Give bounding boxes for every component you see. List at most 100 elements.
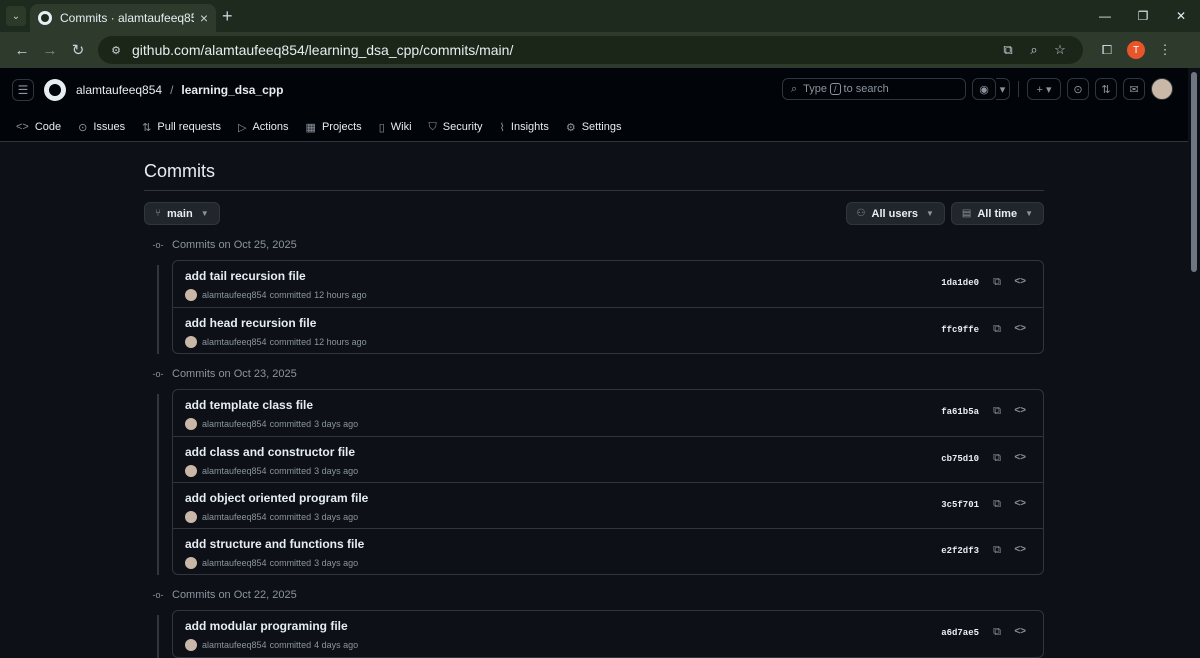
- close-window-icon[interactable]: ✕: [1162, 0, 1200, 32]
- commit-sha-link[interactable]: e2f2df3: [941, 546, 979, 556]
- author-avatar[interactable]: [185, 557, 197, 569]
- commit-message-link[interactable]: add head recursion file: [185, 316, 316, 330]
- author-avatar[interactable]: [185, 289, 197, 301]
- copilot-icon[interactable]: ◉: [972, 78, 996, 100]
- commit-row: add modular programing file alamtaufeeq85…: [173, 611, 1043, 657]
- menu-icon[interactable]: ☰: [12, 79, 34, 101]
- repo-nav: <> Code ⊙ Issues ⇅ Pull requests ▷ Actions ▦…: [0, 112, 1200, 142]
- inbox-icon[interactable]: ✉: [1123, 78, 1145, 100]
- author-link[interactable]: alamtaufeeq854: [202, 337, 267, 347]
- tab-actions[interactable]: ▷ Actions: [238, 121, 289, 134]
- address-bar[interactable]: ⚙ github.com/alamtaufeeq854/learning_dsa…: [98, 36, 1083, 64]
- commit-sha-link[interactable]: fa61b5a: [941, 407, 979, 417]
- page-scrollbar[interactable]: [1188, 68, 1200, 638]
- commit-message-link[interactable]: add class and constructor file: [185, 445, 355, 459]
- commit-verb: committed: [269, 337, 312, 347]
- commit-time: 4 days ago: [314, 640, 359, 650]
- search-input[interactable]: ⌕ Type / to search: [782, 78, 966, 100]
- commit-sha-link[interactable]: 1da1de0: [941, 278, 979, 288]
- author-avatar[interactable]: [185, 465, 197, 477]
- copy-sha-icon[interactable]: ⧉: [993, 405, 1001, 418]
- commit-sha-link[interactable]: 3c5f701: [941, 500, 979, 510]
- pull-requests-icon[interactable]: ⇅: [1095, 78, 1117, 100]
- browse-repo-icon[interactable]: <>: [1014, 405, 1026, 416]
- tab-settings[interactable]: ⚙ Settings: [566, 121, 622, 134]
- commit-message-link[interactable]: add object oriented program file: [185, 491, 368, 505]
- extensions-icon[interactable]: ⧠: [1093, 42, 1121, 58]
- search-shortcut-key: /: [830, 83, 841, 95]
- browse-repo-icon[interactable]: <>: [1014, 498, 1026, 509]
- issues-icon[interactable]: ⊙: [1067, 78, 1089, 100]
- commit-message-link[interactable]: add modular programing file: [185, 619, 348, 633]
- time-filter-button[interactable]: ▤ All time ▼: [950, 202, 1044, 225]
- author-link[interactable]: alamtaufeeq854: [202, 466, 267, 476]
- author-avatar[interactable]: [185, 639, 197, 651]
- commit-message-link[interactable]: add tail recursion file: [185, 269, 306, 283]
- author-avatar[interactable]: [185, 336, 197, 348]
- browse-repo-icon[interactable]: <>: [1014, 276, 1026, 287]
- author-avatar[interactable]: [185, 418, 197, 430]
- repo-link[interactable]: learning_dsa_cpp: [181, 83, 283, 97]
- browse-repo-icon[interactable]: <>: [1014, 544, 1026, 555]
- commit-sha-link[interactable]: ffc9ffe: [941, 325, 979, 335]
- tab-insights[interactable]: ⌇ Insights: [500, 121, 549, 134]
- bookmark-star-icon[interactable]: ☆: [1047, 42, 1073, 58]
- commit-message-link[interactable]: add template class file: [185, 398, 313, 412]
- author-link[interactable]: alamtaufeeq854: [202, 512, 267, 522]
- browse-repo-icon[interactable]: <>: [1014, 323, 1026, 334]
- copy-sha-icon[interactable]: ⧉: [993, 544, 1001, 557]
- copy-sha-icon[interactable]: ⧉: [993, 626, 1001, 639]
- close-tab-icon[interactable]: ×: [200, 10, 208, 26]
- tab-issues[interactable]: ⊙ Issues: [78, 121, 125, 134]
- back-icon[interactable]: ←: [8, 36, 36, 64]
- commit-meta: alamtaufeeq854 committed 12 hours ago: [185, 289, 367, 301]
- branch-label: main: [167, 207, 193, 220]
- chevron-down-icon: ▼: [925, 209, 934, 218]
- owner-link[interactable]: alamtaufeeq854: [76, 83, 162, 97]
- branch-select-button[interactable]: ⑂ main ▼: [144, 202, 220, 225]
- author-link[interactable]: alamtaufeeq854: [202, 640, 267, 650]
- install-app-icon[interactable]: ⧉: [995, 42, 1021, 58]
- tab-code[interactable]: <> Code: [16, 121, 61, 133]
- new-tab-icon[interactable]: +: [222, 6, 233, 27]
- commit-sha-link[interactable]: a6d7ae5: [941, 628, 979, 638]
- github-logo-icon[interactable]: [44, 79, 66, 101]
- browser-menu-icon[interactable]: ⋮: [1151, 42, 1179, 58]
- author-avatar[interactable]: [185, 511, 197, 523]
- minimize-icon[interactable]: —: [1086, 0, 1124, 32]
- users-filter-button[interactable]: ⚇ All users ▼: [845, 202, 945, 225]
- commit-message-link[interactable]: add structure and functions file: [185, 537, 364, 551]
- copy-sha-icon[interactable]: ⧉: [993, 276, 1001, 289]
- browse-repo-icon[interactable]: <>: [1014, 626, 1026, 637]
- site-info-icon[interactable]: ⚙: [108, 42, 124, 58]
- browse-repo-icon[interactable]: <>: [1014, 452, 1026, 463]
- tab-label: Code: [34, 121, 62, 133]
- copy-sha-icon[interactable]: ⧉: [993, 323, 1001, 336]
- tab-wiki[interactable]: ▯ Wiki: [379, 121, 412, 134]
- url-text[interactable]: github.com/alamtaufeeq854/learning_dsa_c…: [132, 42, 995, 58]
- copilot-dropdown-icon[interactable]: ▾: [996, 78, 1010, 100]
- copy-sha-icon[interactable]: ⧉: [993, 498, 1001, 511]
- author-link[interactable]: alamtaufeeq854: [202, 419, 267, 429]
- reload-icon[interactable]: ↻: [64, 36, 92, 64]
- tab-pull-requests[interactable]: ⇅ Pull requests: [142, 121, 221, 134]
- tab-projects[interactable]: ▦ Projects: [306, 121, 362, 134]
- tab-security[interactable]: ⛉ Security: [429, 121, 483, 134]
- author-link[interactable]: alamtaufeeq854: [202, 558, 267, 568]
- scrollbar-thumb[interactable]: [1191, 72, 1197, 272]
- forward-icon[interactable]: →: [36, 36, 64, 64]
- commit-verb: committed: [269, 290, 312, 300]
- commit-sha-link[interactable]: cb75d10: [941, 454, 979, 464]
- author-link[interactable]: alamtaufeeq854: [202, 290, 267, 300]
- commit-meta: alamtaufeeq854 committed 12 hours ago: [185, 336, 367, 348]
- zoom-icon[interactable]: ⌕: [1021, 42, 1047, 58]
- people-icon: ⚇: [856, 208, 866, 219]
- create-new-icon[interactable]: + ▾: [1027, 78, 1061, 100]
- user-avatar[interactable]: [1151, 78, 1173, 100]
- restore-icon[interactable]: ❐: [1124, 0, 1162, 32]
- copy-sha-icon[interactable]: ⧉: [993, 452, 1001, 465]
- browser-tab[interactable]: Commits · alamtaufeeq854/lear ×: [30, 4, 216, 32]
- profile-avatar[interactable]: T: [1127, 41, 1145, 59]
- github-favicon-icon: [38, 11, 52, 25]
- tab-search-icon[interactable]: ⌄: [6, 6, 26, 26]
